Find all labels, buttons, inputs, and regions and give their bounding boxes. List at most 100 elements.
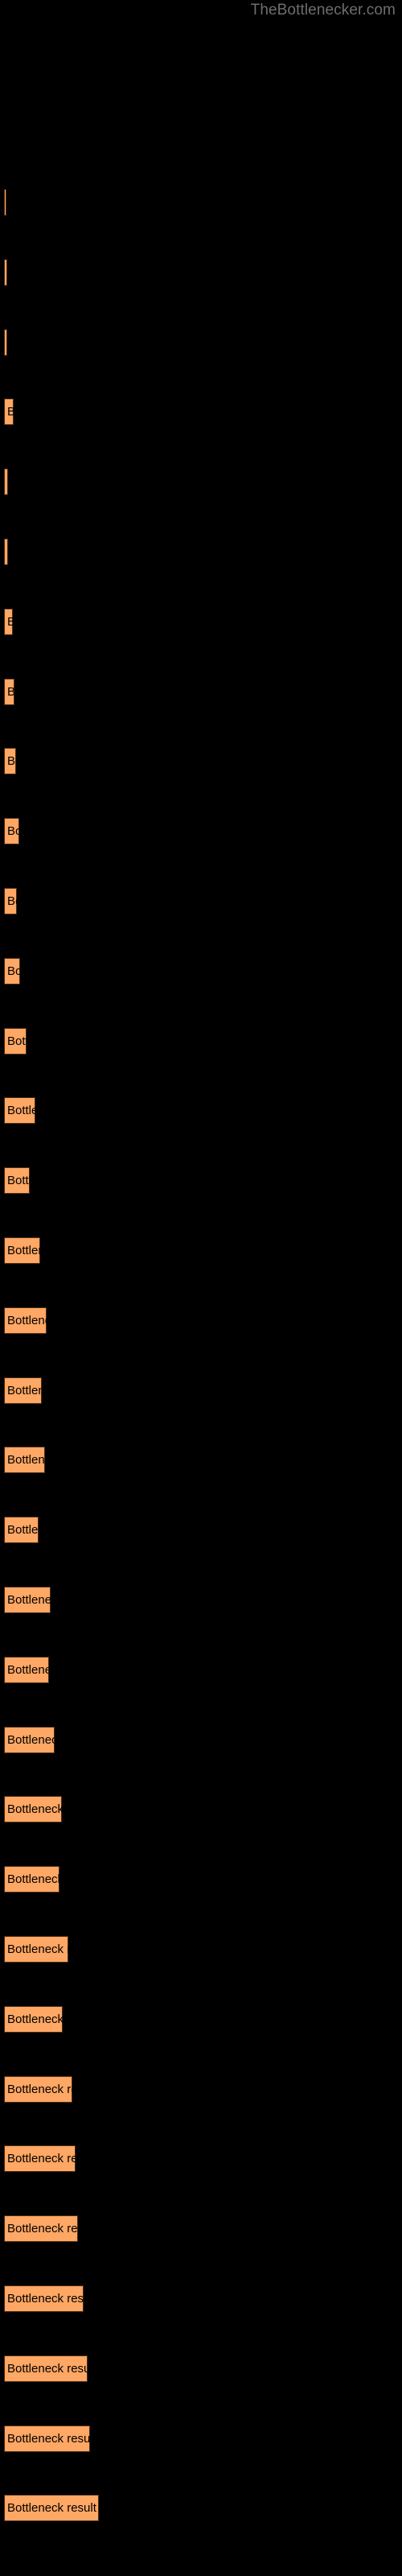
bar (4, 539, 8, 565)
bar (4, 1866, 59, 1893)
bar (4, 1447, 45, 1474)
bar-clip: Bottleneck result (4, 957, 20, 985)
bar-clip: Bottleneck result (4, 2005, 63, 2033)
bar (4, 1656, 49, 1683)
bar-clip: Bottleneck result (4, 1866, 59, 1893)
bar-row: Bottleneck result (4, 1866, 59, 1893)
bar-clip: Bottleneck result (4, 539, 8, 565)
bar-row: Bottleneck result (4, 888, 17, 914)
bar (4, 328, 7, 356)
bar-row: Bottleneck result (4, 748, 16, 775)
bottleneck-result-bar-chart: Bottleneck result Bottleneck result Bottle… (0, 0, 402, 2576)
bar-row: Bottleneck result (4, 818, 19, 845)
bar-clip: Bottleneck result (4, 888, 17, 914)
bar (4, 1726, 55, 1753)
bar (4, 888, 17, 914)
bar-clip: Bottleneck result (4, 2355, 88, 2382)
bar (4, 2215, 78, 2243)
bar-clip: Bottleneck result (4, 1936, 68, 1963)
bar (4, 678, 14, 705)
bar-clip: Bottleneck result (4, 818, 19, 845)
bar (4, 818, 19, 845)
bar-clip: Bottleneck result (4, 1377, 42, 1404)
bar-row: Bottleneck result (4, 678, 14, 705)
bar-row: Bottleneck result (4, 539, 8, 565)
bar (4, 1167, 30, 1195)
bar-clip: Bottleneck result (4, 2285, 84, 2312)
bar-row: Bottleneck result (4, 1796, 62, 1823)
bar (4, 1377, 42, 1404)
bar-clip: Bottleneck result (4, 2145, 76, 2173)
bar-clip: Bottleneck result (4, 328, 7, 356)
bar-row: Bottleneck result (4, 2075, 72, 2103)
bar-clip: Bottleneck result (4, 608, 13, 635)
bar (4, 1517, 39, 1544)
bar-row: Bottleneck result (4, 1517, 39, 1544)
bar-clip: Bottleneck result (4, 1517, 39, 1544)
bar-row: Bottleneck result (4, 957, 20, 985)
bar-row: Bottleneck result (4, 1587, 51, 1613)
bar (4, 2285, 84, 2312)
bar-row: Bottleneck result (4, 189, 6, 216)
bar (4, 1587, 51, 1613)
bar (4, 2145, 76, 2173)
bar-row: Bottleneck result (4, 2145, 76, 2173)
bar-row: Bottleneck result (4, 398, 14, 426)
bar-row: Bottleneck result (4, 1097, 35, 1125)
bar (4, 1307, 47, 1334)
bar (4, 1097, 35, 1125)
bar-clip: Bottleneck result (4, 1167, 30, 1195)
bar (4, 2355, 88, 2382)
bar-clip: Bottleneck result (4, 1237, 40, 1264)
bar-clip: Bottleneck result (4, 1796, 62, 1823)
bar-clip: Bottleneck result (4, 258, 7, 286)
bar-clip: Bottleneck result (4, 1307, 47, 1334)
bar (4, 189, 6, 216)
bar-row: Bottleneck result (4, 2285, 84, 2312)
bar (4, 748, 16, 775)
bar (4, 258, 7, 286)
bar-row: Bottleneck result (4, 1936, 68, 1963)
bar (4, 608, 13, 635)
bar-row: Bottleneck result (4, 1167, 30, 1195)
bar-row: Bottleneck result (4, 2355, 88, 2382)
bar-row: Bottleneck result (4, 2425, 90, 2452)
bar-row: Bottleneck result (4, 2005, 63, 2033)
bar-row: Bottleneck result (4, 2215, 78, 2243)
bar-clip: Bottleneck result (4, 1726, 55, 1753)
bar (4, 2005, 63, 2033)
bar-row: Bottleneck result (4, 2495, 99, 2522)
bar (4, 1237, 40, 1264)
bar-clip: Bottleneck result (4, 678, 14, 705)
bar-clip: Bottleneck result (4, 2215, 78, 2243)
bar-clip: Bottleneck result (4, 469, 8, 496)
bar-row: Bottleneck result (4, 1307, 47, 1334)
bar-clip: Bottleneck result (4, 1656, 49, 1683)
bar (4, 2495, 99, 2522)
bar (4, 957, 20, 985)
bar-row: Bottleneck result (4, 1237, 40, 1264)
bar (4, 469, 8, 496)
bar (4, 1027, 27, 1055)
bar (4, 2075, 72, 2103)
bar-row: Bottleneck result (4, 328, 7, 356)
bar-row: Bottleneck result (4, 1377, 42, 1404)
bar-row: Bottleneck result (4, 469, 8, 496)
bar-clip: Bottleneck result (4, 1447, 45, 1474)
bar-row: Bottleneck result (4, 1027, 27, 1055)
bar-clip: Bottleneck result (4, 1097, 35, 1125)
bar-row: Bottleneck result (4, 1447, 45, 1474)
bar (4, 1796, 62, 1823)
bar (4, 2425, 90, 2452)
bar (4, 1936, 68, 1963)
bar-clip: Bottleneck result (4, 398, 14, 426)
bar-clip: Bottleneck result (4, 2495, 99, 2522)
bar (4, 398, 14, 426)
bar-clip: Bottleneck result (4, 189, 6, 216)
bar-row: Bottleneck result (4, 258, 7, 286)
bar-clip: Bottleneck result (4, 2075, 72, 2103)
bar-clip: Bottleneck result (4, 1587, 51, 1613)
bar-row: Bottleneck result (4, 1726, 55, 1753)
bar-clip: Bottleneck result (4, 2425, 90, 2452)
bar-clip: Bottleneck result (4, 1027, 27, 1055)
